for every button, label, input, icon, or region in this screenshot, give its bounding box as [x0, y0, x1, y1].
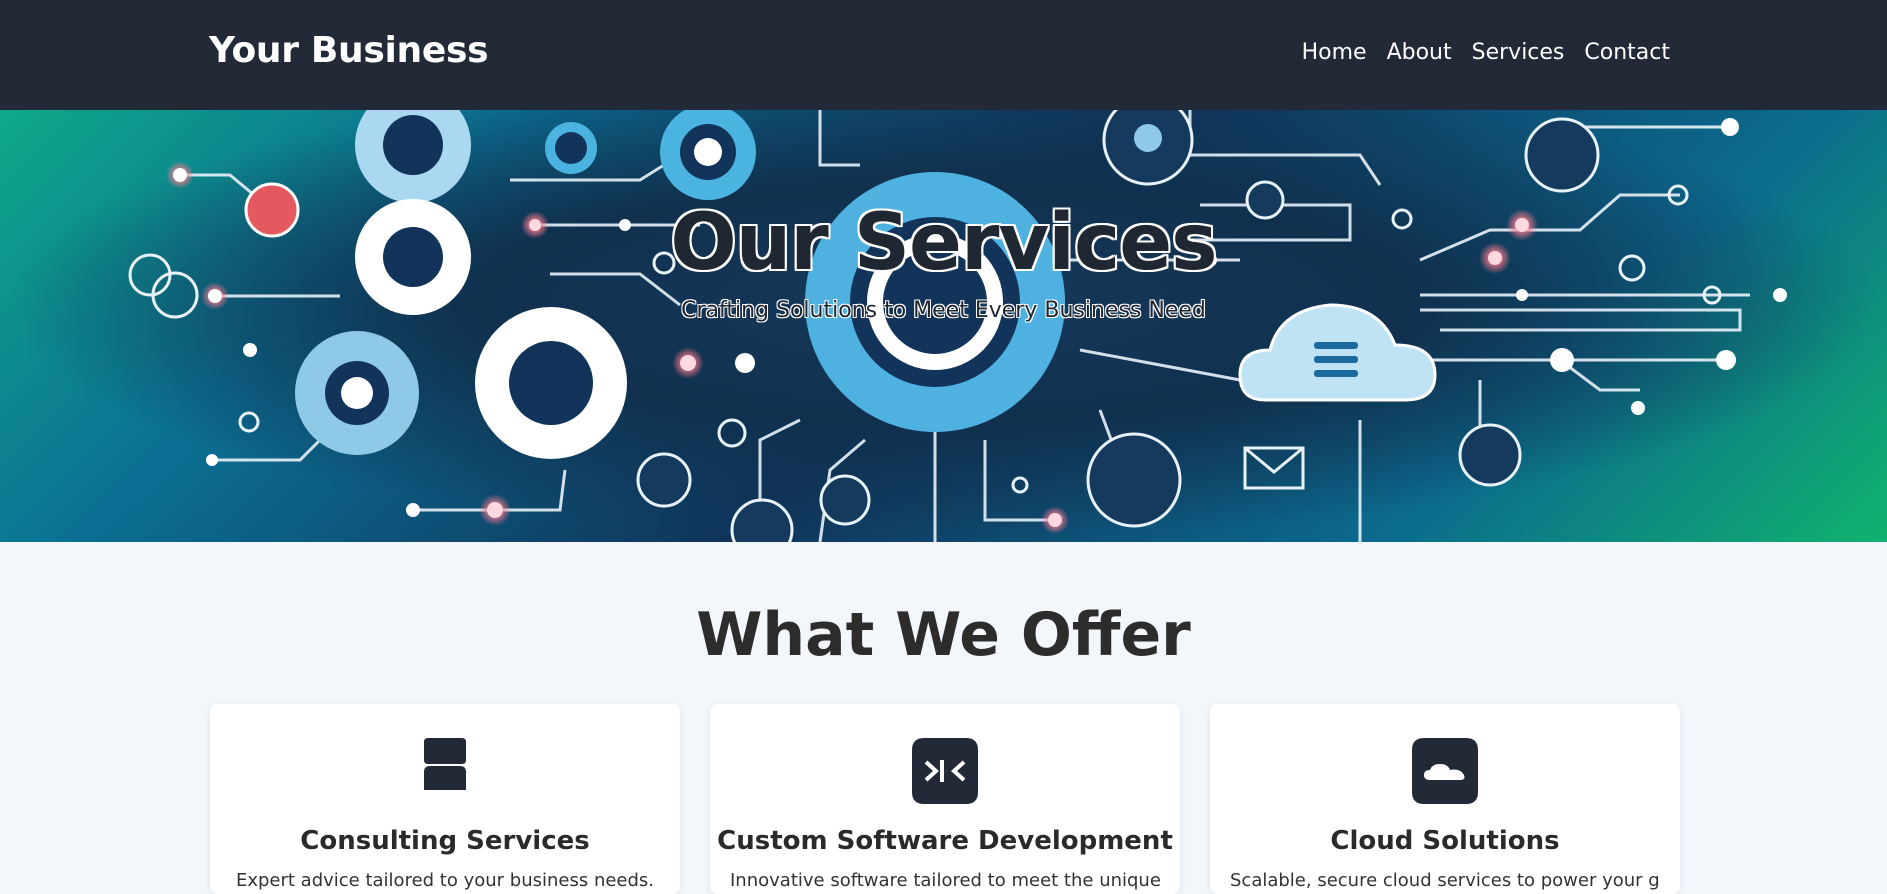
code-icon [910, 736, 980, 810]
main-nav: Home About Services Contact [1302, 40, 1670, 65]
site-header: Your Business Home About Services Contac… [0, 0, 1887, 110]
nav-services[interactable]: Services [1472, 40, 1565, 65]
offer-heading: What We Offer [696, 600, 1191, 670]
card-description: Innovative software tailored to meet the… [730, 870, 1160, 891]
hero-title: Our Services [670, 198, 1217, 288]
brand-logo[interactable]: Your Business [209, 30, 489, 71]
user-tie-icon [422, 736, 468, 796]
card-title: Consulting Services [300, 826, 590, 856]
nav-home[interactable]: Home [1302, 40, 1367, 65]
service-card-software[interactable]: Custom Software Development Innovative s… [710, 704, 1180, 894]
service-card-consulting[interactable]: Consulting Services Expert advice tailor… [210, 704, 680, 894]
hero-subtitle: Crafting Solutions to Meet Every Busines… [681, 298, 1206, 323]
tech-circuit-illustration [128, 110, 1787, 542]
card-title: Custom Software Development [717, 826, 1173, 856]
cloud-icon [1410, 736, 1480, 810]
card-title: Cloud Solutions [1330, 826, 1560, 856]
card-description: Expert advice tailored to your business … [235, 870, 655, 891]
card-description: Scalable, secure cloud services to power… [1230, 870, 1660, 891]
nav-about[interactable]: About [1387, 40, 1452, 65]
nav-contact[interactable]: Contact [1584, 40, 1670, 65]
hero-banner: Our Services Crafting Solutions to Meet … [0, 110, 1887, 542]
service-card-cloud[interactable]: Cloud Solutions Scalable, secure cloud s… [1210, 704, 1680, 894]
